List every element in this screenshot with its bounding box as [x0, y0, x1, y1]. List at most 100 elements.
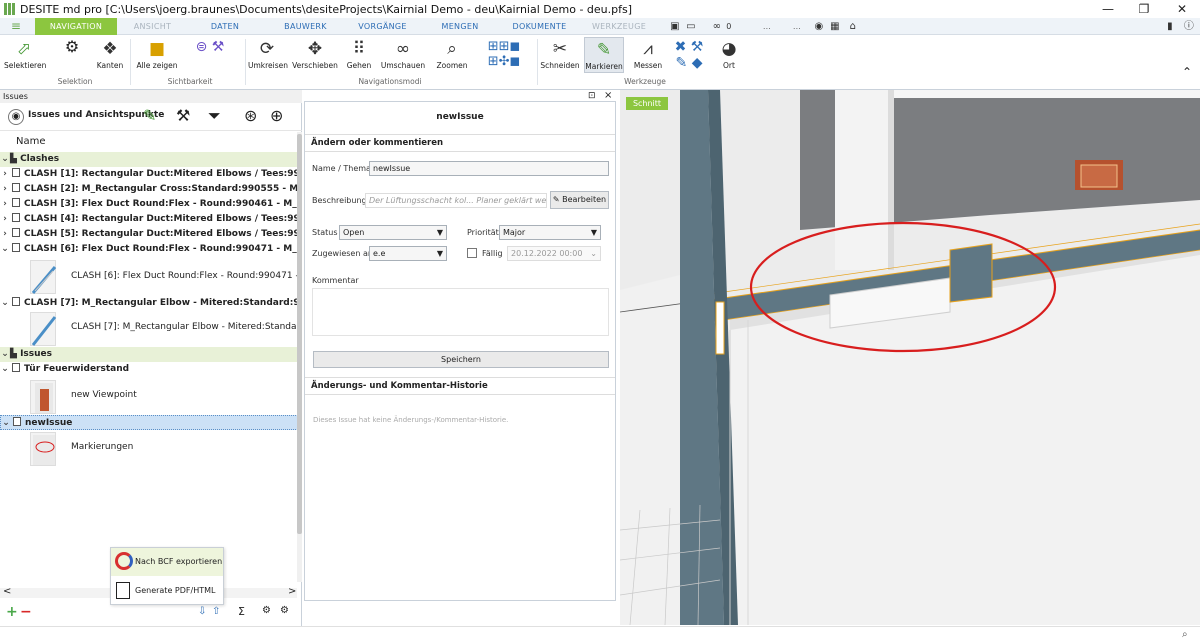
- description-input[interactable]: Der Lüftungsschacht kol... Planer geklär…: [365, 193, 547, 208]
- chevron-right-icon[interactable]: ›: [0, 182, 10, 197]
- glasses-icon[interactable]: ∞: [710, 18, 724, 35]
- clash-7-viewpoint[interactable]: CLASH [7]: M_Rectangular Elbow - Mitered…: [71, 322, 299, 332]
- remove-icon[interactable]: −: [20, 604, 32, 620]
- schneiden-button[interactable]: ✂ Schneiden: [540, 39, 580, 70]
- scrollbar-thumb[interactable]: [297, 134, 302, 534]
- priority-select[interactable]: Major ▼: [499, 225, 601, 240]
- pin-panel-icon[interactable]: ⊡: [588, 91, 596, 101]
- filter-icon[interactable]: ⏷: [208, 106, 221, 126]
- status-select[interactable]: Open ▼: [339, 225, 447, 240]
- selection-tools-icon[interactable]: ⚙: [52, 37, 92, 56]
- tab-vorgaenge[interactable]: VORGÄNGE: [355, 18, 410, 35]
- vertical-scrollbar[interactable]: [297, 132, 302, 582]
- tree-row-tuer-feuerwiderstand[interactable]: ⌄ Tür Feuerwiderstand: [0, 362, 298, 377]
- viewpoint-thumbnail[interactable]: [30, 260, 57, 294]
- add-icon[interactable]: +: [6, 604, 18, 620]
- sum-icon[interactable]: Σ: [238, 605, 245, 618]
- column-header-name[interactable]: Name: [16, 136, 46, 147]
- bearbeiten-button[interactable]: ✎ Bearbeiten: [550, 191, 609, 209]
- tree-row-clash-6[interactable]: ⌄ CLASH [6]: Flex Duct Round:Flex - Round…: [0, 242, 298, 257]
- maximize-button[interactable]: ❐: [1126, 0, 1162, 18]
- export-icon[interactable]: ⇧: [212, 606, 220, 617]
- import-icon[interactable]: ⇩: [198, 606, 206, 617]
- visibility-tools-icon[interactable]: ⊜ ⚒: [180, 39, 240, 55]
- collapse-ribbon-icon[interactable]: ⌃: [1180, 65, 1194, 79]
- tab-daten[interactable]: DATEN: [200, 18, 250, 35]
- zoomen-button[interactable]: ⌕ Zoomen: [434, 39, 470, 70]
- comment-textarea[interactable]: [312, 288, 609, 336]
- new-viewpoint-item[interactable]: new Viewpoint: [71, 390, 137, 400]
- pdf-html-item[interactable]: Generate PDF/HTML: [111, 578, 223, 604]
- viewpoint-thumbnail[interactable]: [30, 380, 56, 414]
- view-cube-tools-icon[interactable]: ⊞⊞◼ ⊞✣◼: [476, 39, 532, 69]
- speichern-button[interactable]: Speichern: [313, 351, 609, 368]
- scroll-left-icon[interactable]: <: [3, 586, 11, 597]
- chevron-down-icon[interactable]: ⌄: [0, 242, 10, 257]
- scroll-right-icon[interactable]: >: [288, 586, 296, 597]
- options-icon[interactable]: ⚙: [280, 605, 289, 616]
- close-panel-icon[interactable]: ×: [604, 90, 612, 101]
- name-input[interactable]: newIssue: [369, 161, 609, 176]
- due-checkbox[interactable]: [467, 248, 477, 258]
- selektieren-button[interactable]: ⬀ Selektieren: [4, 39, 46, 70]
- search-list-icon[interactable]: ⊛: [244, 106, 257, 125]
- eye-icon[interactable]: ◉: [812, 18, 826, 35]
- tab-navigation[interactable]: NAVIGATION: [35, 18, 117, 35]
- tab-bauwerk[interactable]: BAUWERK: [278, 18, 333, 35]
- alle-zeigen-button[interactable]: ■ Alle zeigen: [136, 39, 178, 70]
- tree-row-clash-1[interactable]: › CLASH [1]: Rectangular Duct:Mitered Elb…: [0, 167, 298, 182]
- info-icon[interactable]: ⓘ: [1182, 18, 1196, 35]
- gehen-button[interactable]: ⠿ Gehen: [344, 39, 374, 70]
- tree-group-clashes[interactable]: ⌄▙ Clashes: [0, 152, 298, 167]
- monitor-icon[interactable]: ▭: [684, 18, 698, 35]
- tab-ansicht[interactable]: ANSICHT: [125, 18, 180, 35]
- quick-dots-2[interactable]: …: [790, 18, 804, 35]
- globe-icon[interactable]: ⊕: [270, 106, 283, 125]
- chevron-down-icon[interactable]: ⌄: [0, 362, 10, 377]
- grid-icon[interactable]: ▦: [828, 18, 842, 35]
- pen-icon[interactable]: ✎: [143, 106, 156, 125]
- verschieben-button[interactable]: ✥ Verschieben: [292, 39, 338, 70]
- due-date-picker[interactable]: 20.12.2022 00:00 ⌄: [507, 246, 601, 261]
- viewpoint-thumbnail[interactable]: [30, 432, 56, 466]
- tab-dokumente[interactable]: DOKUMENTE: [507, 18, 572, 35]
- chevron-right-icon[interactable]: ›: [0, 197, 10, 212]
- tree-row-clash-7[interactable]: ⌄ CLASH [7]: M_Rectangular Elbow - Mitere…: [0, 296, 298, 311]
- close-button[interactable]: ✕: [1164, 0, 1200, 18]
- measure-tools-icon[interactable]: ✖ ⚒ ✎ ◆: [670, 39, 708, 71]
- wrench-icon[interactable]: ⚒: [176, 106, 190, 125]
- tab-mengen[interactable]: MENGEN: [435, 18, 485, 35]
- tree-row-newissue[interactable]: ⌄ newIssue: [0, 415, 298, 430]
- kanten-button[interactable]: ❖ Kanten: [94, 39, 126, 70]
- assigned-select[interactable]: e.e ▼: [369, 246, 447, 261]
- tab-werkzeuge[interactable]: WERKZEUGE: [590, 18, 648, 35]
- 3d-viewport[interactable]: Schnitt: [620, 90, 1200, 625]
- chevron-down-icon[interactable]: ⌄: [1, 416, 11, 429]
- viewpoint-thumbnail[interactable]: [30, 312, 57, 346]
- chevron-down-icon[interactable]: ⌄: [0, 347, 10, 362]
- quick-dots-1[interactable]: …: [760, 18, 774, 35]
- chevron-down-icon[interactable]: ⌄: [0, 152, 10, 167]
- bcf-export-item[interactable]: Nach BCF exportieren: [111, 548, 223, 576]
- settings-icon[interactable]: ⚙: [262, 605, 271, 616]
- chevron-right-icon[interactable]: ›: [0, 167, 10, 182]
- markieren-button[interactable]: ✎ Markieren: [584, 37, 624, 73]
- ort-button[interactable]: ◕ Ort: [714, 39, 744, 70]
- clash-6-viewpoint[interactable]: CLASH [6]: Flex Duct Round:Flex - Round:…: [71, 271, 299, 281]
- window-layout-icon[interactable]: ▣: [668, 18, 682, 35]
- home-icon[interactable]: ⌂: [846, 18, 860, 35]
- markierungen-item[interactable]: Markierungen: [71, 442, 133, 452]
- chevron-right-icon[interactable]: ›: [0, 212, 10, 227]
- tree-group-issues[interactable]: ⌄▙ Issues: [0, 347, 298, 362]
- view-eye-icon[interactable]: ◉: [8, 109, 24, 125]
- tree-row-clash-3[interactable]: › CLASH [3]: Flex Duct Round:Flex - Round…: [0, 197, 298, 212]
- minimize-button[interactable]: —: [1090, 0, 1126, 18]
- schnitt-badge[interactable]: Schnitt: [626, 97, 668, 110]
- chevron-right-icon[interactable]: ›: [0, 227, 10, 242]
- tree-row-clash-4[interactable]: › CLASH [4]: Rectangular Duct:Mitered Elb…: [0, 212, 298, 227]
- umkreisen-button[interactable]: ⟳ Umkreisen: [248, 39, 288, 70]
- hamburger-menu-icon[interactable]: ≡: [2, 18, 30, 35]
- tree-row-clash-5[interactable]: › CLASH [5]: Rectangular Duct:Mitered Elb…: [0, 227, 298, 242]
- umschauen-button[interactable]: ∞ Umschauen: [380, 39, 426, 70]
- messen-button[interactable]: ⩘ Messen: [630, 39, 666, 70]
